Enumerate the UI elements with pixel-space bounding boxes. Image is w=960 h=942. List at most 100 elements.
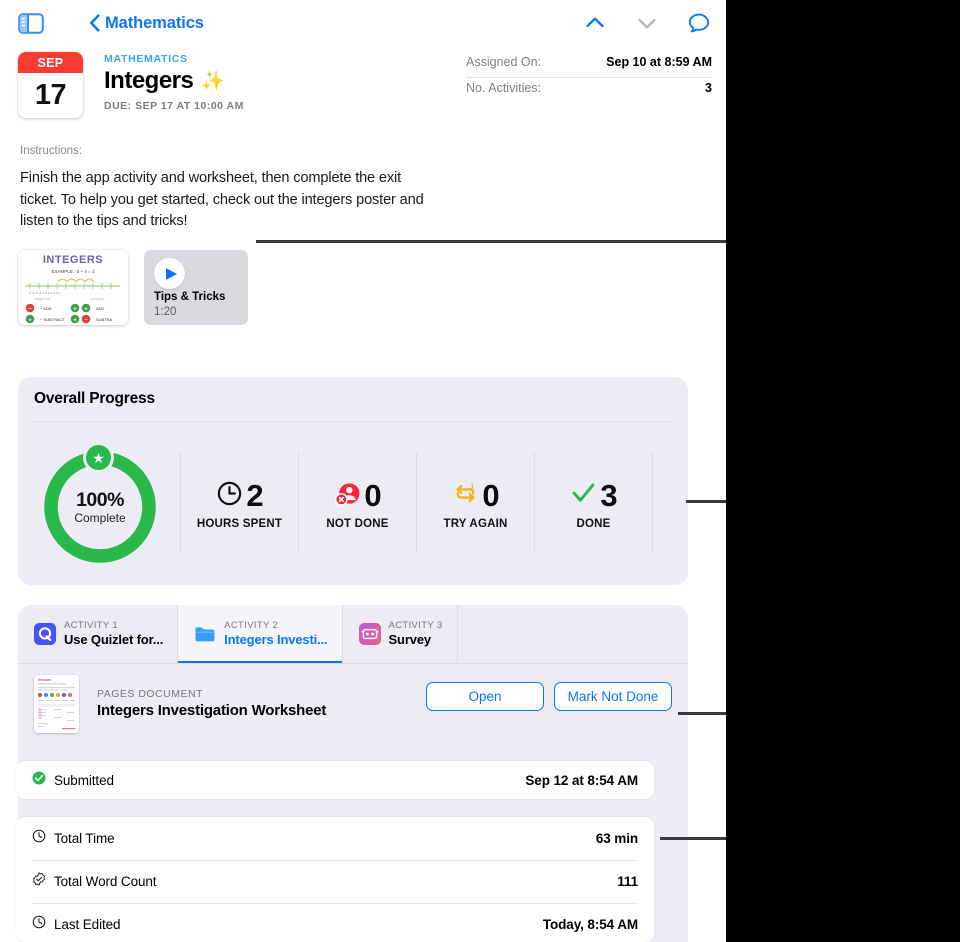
svg-text:+: + [73, 317, 76, 323]
tab-kicker: ACTIVITY 1 [64, 619, 119, 631]
assignment-meta-table: Assigned On: Sep 10 at 8:59 AM No. Activ… [466, 52, 712, 102]
svg-text:-5 -4 -3 -2 -1 0 1 2 3 4: -5 -4 -3 -2 -1 0 1 2 3 4 5 [28, 291, 60, 295]
document-meta: PAGES DOCUMENT Integers Investigation Wo… [97, 688, 326, 719]
meta-value: 3 [705, 81, 712, 95]
chevron-left-icon [89, 14, 100, 32]
stat-try-again: 1 0 TRY AGAIN [416, 452, 534, 552]
ipad-assignment-detail-screen: Mathematics SEP 17 MATHEMATICS Integers … [0, 0, 726, 942]
list-item: Total Time 63 min [16, 817, 654, 860]
svg-text:EXAMPLE: -3 + 4 = 1: EXAMPLE: -3 + 4 = 1 [51, 269, 95, 274]
svg-text:+: + [84, 306, 87, 312]
tab-label: Survey [388, 631, 432, 647]
meta-value: Sep 10 at 8:59 AM [606, 55, 712, 69]
meta-row: No. Activities: 3 [466, 77, 712, 102]
progress-ring: 100% Complete ★ [39, 442, 161, 567]
svg-text:negative: negative [34, 296, 50, 301]
list-item: Submitted Sep 12 at 8:54 AM [16, 761, 654, 799]
back-button-label: Mathematics [105, 13, 204, 32]
navbar-actions [582, 0, 712, 46]
svg-text:INVESTIGATION WORKSHEET: INVESTIGATION WORKSHEET [38, 682, 68, 685]
stat-label: DONE [576, 518, 611, 530]
clock-icon [32, 915, 46, 934]
divider [652, 452, 653, 552]
pages-document-thumbnail[interactable]: INTEGERS INVESTIGATION WORKSHEET [34, 674, 79, 733]
svg-text:+: + [28, 317, 31, 323]
mark-not-done-button[interactable]: Mark Not Done [554, 682, 672, 711]
progress-sublabel: Complete [74, 511, 126, 525]
tab-activity-2[interactable]: ACTIVITY 2 Integers Investi... [178, 605, 343, 663]
stat-label: HOURS SPENT [196, 518, 283, 530]
attachment-title: Tips & Tricks [154, 291, 226, 303]
pages-folder-icon [194, 623, 216, 645]
svg-text:INTEGERS: INTEGERS [38, 678, 52, 682]
instructions-body: Finish the app activity and worksheet, t… [20, 170, 424, 229]
person-x-icon [334, 480, 361, 512]
document-kicker: PAGES DOCUMENT [97, 688, 203, 700]
repeat-one-icon: 1 [452, 480, 479, 512]
meta-row: Assigned On: Sep 10 at 8:59 AM [466, 52, 712, 77]
meta-key: Assigned On: [466, 55, 542, 69]
svg-text:INTEGERS: INTEGERS [43, 254, 103, 266]
tab-label: Integers Investi... [224, 631, 328, 647]
star-badge-icon: ★ [83, 442, 114, 473]
integers-poster-thumbnail: INTEGERS EXAMPLE: -3 + 4 = 1 -5 -4 -3 -2… [18, 250, 128, 325]
comment-bubble-icon[interactable] [686, 10, 712, 36]
stat-label: NOT DONE [326, 518, 389, 530]
svg-text:+: + [73, 306, 76, 312]
clock-icon [216, 480, 243, 512]
calendar-day: 17 [34, 79, 67, 111]
back-button[interactable]: Mathematics [89, 14, 204, 33]
last-edited-value: Today, 8:54 AM [542, 917, 638, 932]
document-row: INTEGERS INVESTIGATION WORKSHEET PAGES D… [18, 663, 688, 744]
divider [34, 421, 672, 422]
callout-line-attachments [256, 240, 726, 243]
overall-progress-title: Overall Progress [34, 390, 155, 407]
attachment-integers-poster[interactable]: INTEGERS EXAMPLE: -3 + 4 = 1 -5 -4 -3 -2… [18, 250, 128, 325]
document-actions: Open Mark Not Done [426, 682, 672, 711]
svg-text:SUBTRA: SUBTRA [96, 317, 113, 322]
meta-key: No. Activities: [466, 81, 542, 95]
stat-hours-spent: 2 HOURS SPENT [180, 452, 298, 552]
detail-label: Total Time [54, 831, 115, 846]
stat-done: 3 DONE [534, 452, 652, 552]
status-timestamp: Sep 12 at 8:54 AM [525, 772, 638, 788]
detail-label: Last Edited [54, 917, 121, 932]
check-circle-icon [32, 771, 46, 790]
tab-kicker: ACTIVITY 2 [224, 619, 279, 631]
sparkles-icon: ✨ [201, 71, 226, 92]
survey-app-icon [358, 623, 381, 645]
attachments-row: INTEGERS EXAMPLE: -3 + 4 = 1 -5 -4 -3 -2… [18, 250, 248, 325]
annotation-margin [726, 0, 960, 942]
open-button[interactable]: Open [426, 682, 544, 711]
quizlet-app-icon [34, 623, 56, 645]
clock-icon [32, 829, 46, 848]
submitted-status-card: Submitted Sep 12 at 8:54 AM [16, 761, 654, 799]
stat-value: 2 [246, 478, 263, 513]
sidebar-toggle-icon[interactable] [18, 12, 44, 34]
chevron-up-icon[interactable] [582, 10, 608, 36]
attachment-audio-tips-and-tricks[interactable]: Tips & Tricks 1:20 [144, 250, 248, 325]
instructions-label: Instructions: [20, 145, 82, 157]
tab-activity-1[interactable]: ACTIVITY 1 Use Quizlet for... [18, 605, 179, 663]
calendar-month: SEP [18, 52, 83, 73]
detail-label: Total Word Count [54, 874, 157, 889]
attachment-duration: 1:20 [154, 306, 177, 318]
stat-label: TRY AGAIN [443, 518, 508, 530]
svg-text:−: − [28, 306, 31, 312]
callout-line-progress-stats [686, 500, 726, 503]
list-item: Total Word Count 111 [16, 860, 654, 903]
checkmark-icon [570, 480, 597, 512]
document-details-card: Total Time 63 min Total Word Count 111 L… [16, 817, 654, 942]
seal-check-icon [32, 872, 46, 891]
stat-not-done: 0 NOT DONE [298, 452, 416, 552]
progress-stats: 2 HOURS SPENT 0 NOT DONE 1 0 TRY AGAIN 3… [180, 452, 652, 552]
assignment-title-row: Integers ✨ [104, 67, 244, 95]
svg-text:−: − [84, 317, 87, 323]
tab-activity-3[interactable]: ACTIVITY 3 Survey [343, 605, 458, 663]
play-icon[interactable] [154, 258, 185, 289]
assignment-text-block: MATHEMATICS Integers ✨ DUE: SEP 17 AT 10… [104, 53, 244, 112]
page-title: Integers [104, 67, 194, 94]
svg-text:− SUBTRACT: − SUBTRACT [40, 317, 66, 322]
chevron-down-icon[interactable] [634, 10, 660, 36]
stat-value: 0 [482, 478, 499, 513]
